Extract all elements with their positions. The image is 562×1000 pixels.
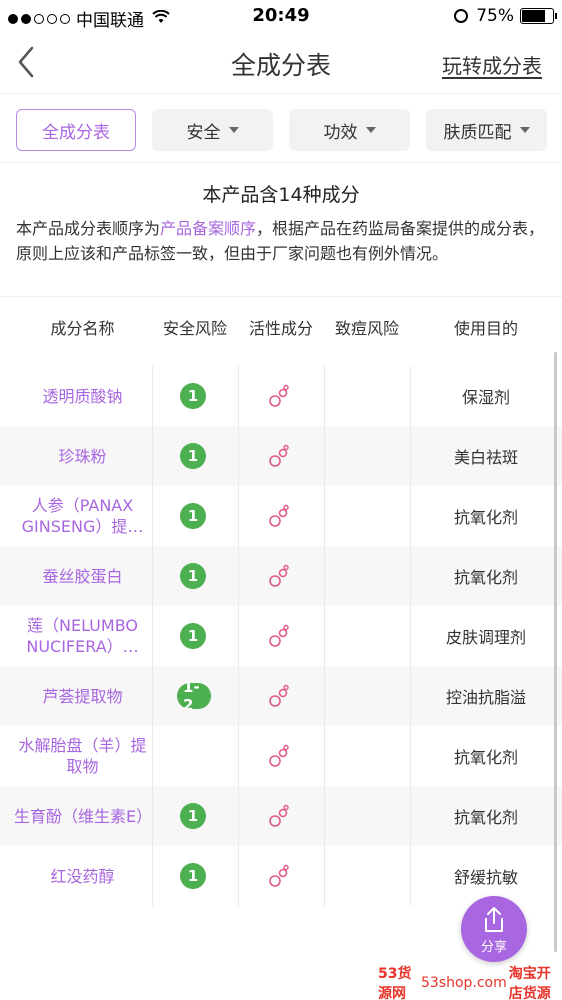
ingredient-description: 本产品成分表顺序为产品备案顺序，根据产品在药监局备案提供的成分表，原则上应该和产… <box>16 216 546 266</box>
column-divider <box>238 846 239 906</box>
caret-down-icon <box>228 127 239 133</box>
safety-risk-badge: 1 <box>180 443 206 469</box>
active-ingredient-icon <box>268 804 290 828</box>
table-header: 成分名称 安全风险 活性成分 致痘风险 使用目的 <box>0 296 562 354</box>
table-row[interactable]: 水解胎盘（羊）提取物 抗氧化剂 <box>0 726 562 786</box>
ingredient-name[interactable]: 蚕丝胶蛋白 <box>10 546 155 606</box>
ingredient-name[interactable]: 莲（NELUMBO NUCIFERA）… <box>10 606 155 666</box>
filter-bar: 全成分表 安全 功效 肤质匹配 <box>0 95 562 163</box>
usage-purpose: 抗氧化剂 <box>453 808 518 827</box>
column-divider <box>238 666 239 726</box>
column-divider <box>238 606 239 666</box>
watermark-slogan: 淘宝开店货源 <box>508 966 551 1000</box>
column-divider <box>238 786 239 846</box>
active-ingredient-icon <box>268 384 290 408</box>
safety-risk-badge: 1-2 <box>177 678 211 714</box>
column-divider <box>324 606 325 666</box>
active-ingredient-icon <box>268 744 290 768</box>
filter-safety-dropdown[interactable]: 安全 <box>152 109 273 151</box>
guide-link[interactable]: 玩转成分表 <box>442 50 542 79</box>
active-ingredient-icon <box>268 564 290 588</box>
battery-info: 75% <box>454 6 557 26</box>
caret-down-icon <box>365 127 376 133</box>
watermark: 53货源网 53shop.com 淘宝开店货源 <box>378 966 562 1000</box>
column-header-purpose: 使用目的 <box>453 319 518 338</box>
share-icon <box>485 907 503 932</box>
column-divider <box>324 786 325 846</box>
scrollbar[interactable] <box>554 352 557 952</box>
watermark-url: 53shop.com <box>420 975 507 991</box>
safety-risk-badge: 1 <box>180 563 206 589</box>
watermark-brand: 53货源网 <box>378 966 412 1000</box>
filter-label: 功效 <box>323 122 358 143</box>
filing-order-link[interactable]: 产品备案顺序 <box>160 219 256 238</box>
filter-label: 肤质匹配 <box>443 122 512 143</box>
column-divider <box>324 366 325 426</box>
safety-risk-badge: 1 <box>180 803 206 829</box>
safety-risk-badge: 1 <box>180 383 206 409</box>
nav-bar: 全成分表 玩转成分表 <box>0 32 562 94</box>
ingredient-name[interactable]: 红没药醇 <box>10 846 155 906</box>
status-bar: 中国联通 20:49 75% <box>0 0 562 32</box>
column-divider <box>238 366 239 426</box>
ingredient-name[interactable]: 生育酚（维生素E） <box>10 786 155 846</box>
active-ingredient-icon <box>268 444 290 468</box>
caret-down-icon <box>519 127 530 133</box>
table-row[interactable]: 生育酚（维生素E） 1 抗氧化剂 <box>0 786 562 846</box>
table-row[interactable]: 芦荟提取物 1-2 控油抗脂溢 <box>0 666 562 726</box>
active-ingredient-icon <box>268 864 290 888</box>
column-header-acne: 致痘风险 <box>334 319 399 338</box>
filter-label: 全成分表 <box>42 122 110 143</box>
ingredient-name[interactable]: 人参（PANAX GINSENG）提… <box>10 486 155 546</box>
active-ingredient-icon <box>268 504 290 528</box>
column-header-name: 成分名称 <box>50 319 115 338</box>
column-divider <box>238 426 239 486</box>
desc-text: 本产品成分表顺序为 <box>16 219 161 238</box>
ingredient-table: 透明质酸钠 1 保湿剂珍珠粉 1 美白祛斑人参（PANAX GINSENG）提… 1 抗氧化… <box>0 366 562 906</box>
active-ingredient-icon <box>268 684 290 708</box>
table-row[interactable]: 珍珠粉 1 美白祛斑 <box>0 426 562 486</box>
safety-risk-badge: 1 <box>180 863 206 889</box>
table-row[interactable]: 透明质酸钠 1 保湿剂 <box>0 366 562 426</box>
usage-purpose: 抗氧化剂 <box>453 748 518 767</box>
column-divider <box>324 846 325 906</box>
ingredient-name[interactable]: 珍珠粉 <box>10 426 155 486</box>
share-button[interactable]: 分享 <box>461 896 527 962</box>
filter-efficacy-dropdown[interactable]: 功效 <box>289 109 410 151</box>
ingredient-count-title: 本产品含14种成分 <box>202 184 360 206</box>
safety-risk-badge: 1 <box>180 503 206 529</box>
ingredient-name[interactable]: 芦荟提取物 <box>10 666 155 726</box>
usage-purpose: 皮肤调理剂 <box>445 628 526 647</box>
filter-all-ingredients[interactable]: 全成分表 <box>16 109 136 151</box>
ingredient-name[interactable]: 透明质酸钠 <box>10 366 155 426</box>
column-divider <box>324 666 325 726</box>
usage-purpose: 美白祛斑 <box>453 448 518 467</box>
usage-purpose: 保湿剂 <box>461 388 510 407</box>
usage-purpose: 抗氧化剂 <box>453 508 518 527</box>
battery-icon <box>520 8 557 24</box>
table-row[interactable]: 莲（NELUMBO NUCIFERA）… 1 皮肤调理剂 <box>0 606 562 666</box>
column-divider <box>324 546 325 606</box>
column-divider <box>324 726 325 786</box>
alarm-icon <box>454 9 469 23</box>
column-divider <box>238 546 239 606</box>
column-divider <box>238 726 239 786</box>
safety-risk-badge: 1 <box>180 623 206 649</box>
column-header-safety: 安全风险 <box>162 319 227 338</box>
usage-purpose: 控油抗脂溢 <box>445 688 526 707</box>
filter-label: 安全 <box>186 122 221 143</box>
battery-percent: 75% <box>476 6 514 26</box>
filter-skin-match-dropdown[interactable]: 肤质匹配 <box>426 109 547 151</box>
ingredient-name[interactable]: 水解胎盘（羊）提取物 <box>10 726 155 786</box>
usage-purpose: 抗氧化剂 <box>453 568 518 587</box>
share-label: 分享 <box>480 940 507 955</box>
active-ingredient-icon <box>268 624 290 648</box>
column-header-active: 活性成分 <box>248 319 313 338</box>
table-row[interactable]: 蚕丝胶蛋白 1 抗氧化剂 <box>0 546 562 606</box>
table-row[interactable]: 人参（PANAX GINSENG）提… 1 抗氧化剂 <box>0 486 562 546</box>
column-divider <box>324 426 325 486</box>
column-divider <box>238 486 239 546</box>
table-row[interactable]: 红没药醇 1 舒缓抗敏 <box>0 846 562 906</box>
column-divider <box>324 486 325 546</box>
